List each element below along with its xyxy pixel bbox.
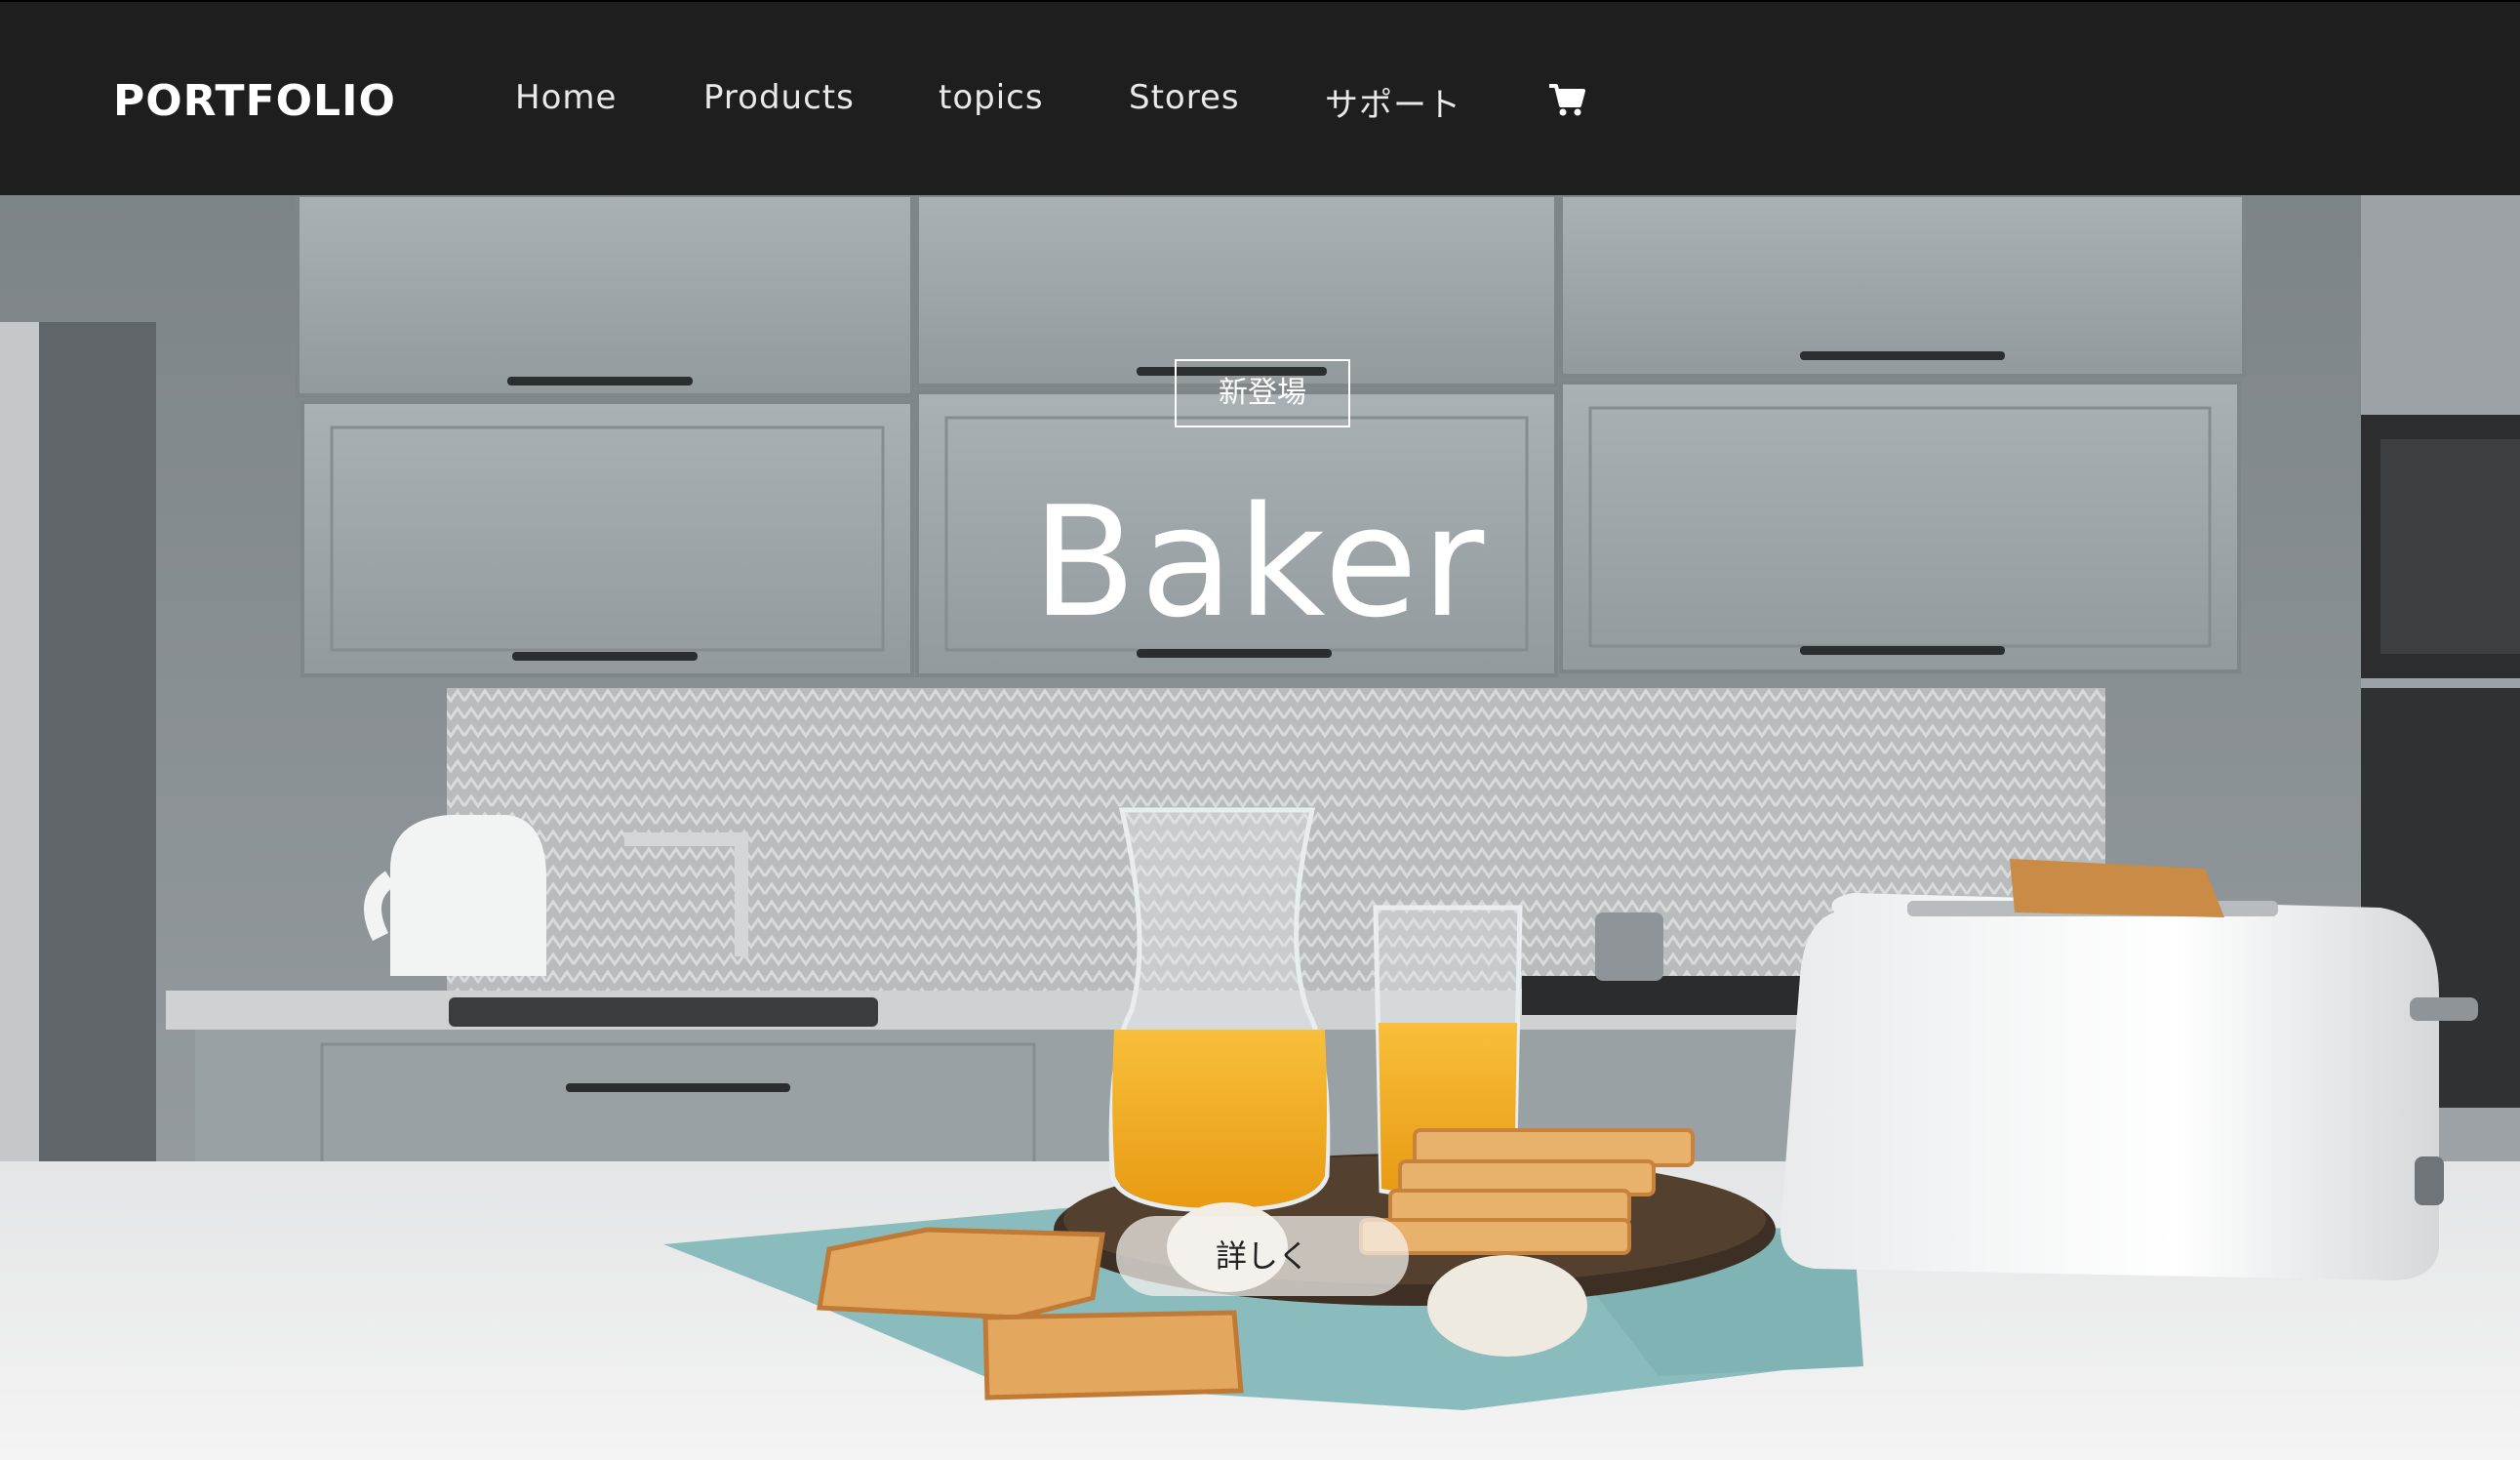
cart-icon[interactable] <box>1547 82 1586 117</box>
hero-title: Baker <box>1031 473 1489 651</box>
hero-section: 新登場 Baker 詳しく <box>0 195 2520 1460</box>
nav-item-support[interactable]: サポート <box>1325 78 1461 126</box>
nav-item-products[interactable]: Products <box>703 78 855 117</box>
nav-item-home[interactable]: Home <box>515 78 617 117</box>
details-button[interactable]: 詳しく <box>1116 1216 1409 1296</box>
nav-item-topics[interactable]: topics <box>939 78 1044 117</box>
site-logo[interactable]: PORTFOLIO <box>113 76 396 126</box>
new-arrival-badge: 新登場 <box>1175 359 1350 427</box>
site-header: PORTFOLIO Home Products topics Stores サポ… <box>0 0 2520 195</box>
nav-item-stores[interactable]: Stores <box>1129 78 1240 117</box>
